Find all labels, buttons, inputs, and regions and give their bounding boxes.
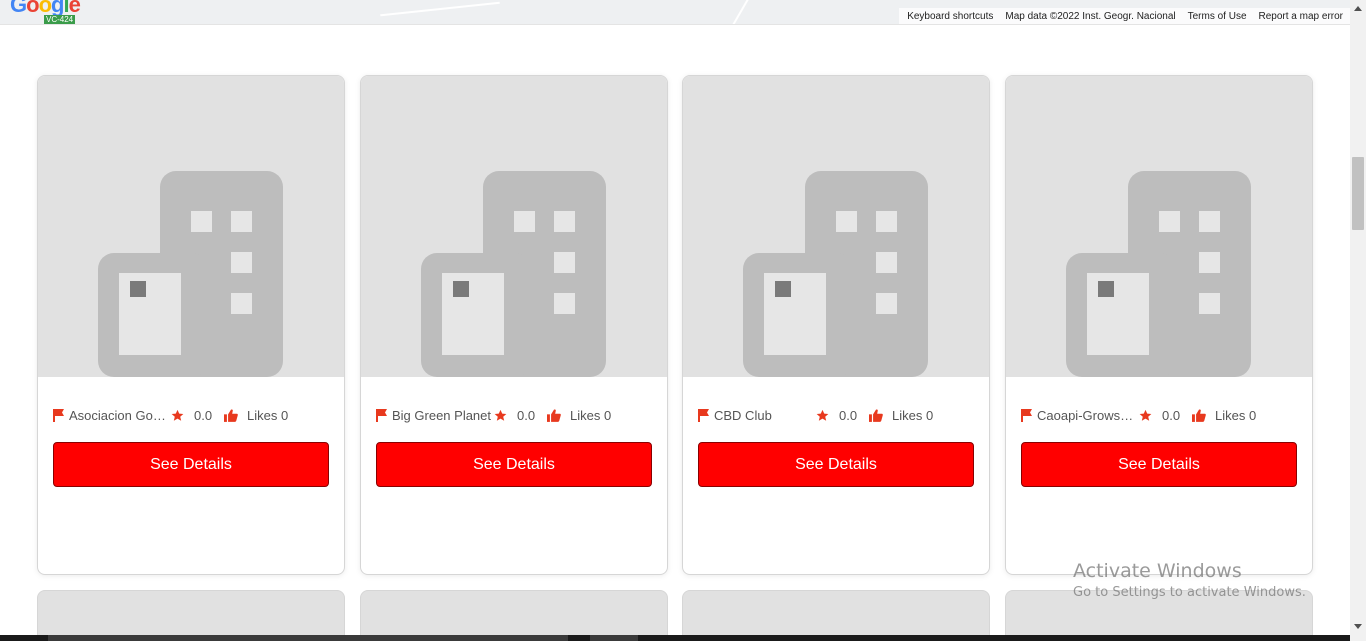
- likes-count: Likes 0: [247, 408, 289, 423]
- listing-name[interactable]: Caoapi-Growsh...: [1037, 408, 1137, 423]
- flag-icon: [376, 409, 387, 422]
- listing-card[interactable]: Caoapi-Growsh... 0.0 Likes 0 See Details: [1005, 75, 1313, 575]
- card-image-placeholder[interactable]: [361, 76, 667, 377]
- vertical-scrollbar[interactable]: [1350, 0, 1366, 641]
- route-badge: VC-424: [44, 15, 76, 24]
- flag-icon: [53, 409, 64, 422]
- map-data-text: Map data ©2022 Inst. Geogr. Nacional: [1005, 11, 1176, 22]
- card-image-placeholder[interactable]: [38, 76, 344, 377]
- bottom-bar: [0, 635, 1350, 641]
- report-map-error-link[interactable]: Report a map error: [1259, 11, 1343, 22]
- watermark-title: Activate Windows: [1073, 560, 1242, 582]
- card-meta: Big Green Planet 0.0 Likes 0: [376, 407, 656, 425]
- activate-windows-watermark: Activate Windows Go to Settings to activ…: [1073, 560, 1306, 604]
- listing-card-partial[interactable]: [37, 590, 345, 641]
- building-icon: [743, 171, 928, 377]
- listing-card-partial[interactable]: [360, 590, 668, 641]
- scrollbar-thumb[interactable]: [1352, 157, 1364, 230]
- card-meta: Asociacion Goo... 0.0 Likes 0: [53, 407, 333, 425]
- listing-name[interactable]: Big Green Planet: [392, 408, 492, 423]
- flag-icon: [698, 409, 709, 422]
- see-details-button[interactable]: See Details: [1021, 442, 1297, 487]
- building-icon: [1066, 171, 1251, 377]
- see-details-button[interactable]: See Details: [376, 442, 652, 487]
- card-meta: CBD Club 0.0 Likes 0: [698, 407, 978, 425]
- map-road: [729, 0, 751, 24]
- bottom-bar-segment: [590, 635, 638, 641]
- likes-count: Likes 0: [892, 408, 934, 423]
- map-bottom-strip[interactable]: Google VC-424 Keyboard shortcuts Map dat…: [0, 0, 1350, 25]
- listing-name[interactable]: CBD Club: [714, 408, 814, 423]
- keyboard-shortcuts-link[interactable]: Keyboard shortcuts: [907, 11, 993, 22]
- thumbs-up-icon[interactable]: [869, 409, 883, 422]
- rating-value: 0.0: [194, 408, 213, 423]
- scroll-down-icon[interactable]: [1354, 624, 1362, 629]
- listing-card-partial[interactable]: [682, 590, 990, 641]
- rating-value: 0.0: [1162, 408, 1181, 423]
- star-icon: [816, 409, 829, 421]
- flag-icon: [1021, 409, 1032, 422]
- rating-value: 0.0: [839, 408, 858, 423]
- thumbs-up-icon[interactable]: [547, 409, 561, 422]
- thumbs-up-icon[interactable]: [1192, 409, 1206, 422]
- listing-card[interactable]: Asociacion Goo... 0.0 Likes 0 See Detail…: [37, 75, 345, 575]
- card-image-placeholder[interactable]: [1006, 76, 1312, 377]
- listing-name[interactable]: Asociacion Goo...: [69, 408, 169, 423]
- star-icon: [171, 409, 184, 421]
- card-image-placeholder[interactable]: [683, 76, 989, 377]
- watermark-subtitle: Go to Settings to activate Windows.: [1073, 585, 1306, 600]
- likes-count: Likes 0: [1215, 408, 1257, 423]
- building-icon: [98, 171, 283, 377]
- likes-count: Likes 0: [570, 408, 612, 423]
- terms-of-use-link[interactable]: Terms of Use: [1188, 11, 1247, 22]
- scroll-up-icon[interactable]: [1354, 6, 1362, 11]
- card-meta: Caoapi-Growsh... 0.0 Likes 0: [1021, 407, 1301, 425]
- see-details-button[interactable]: See Details: [698, 442, 974, 487]
- bottom-bar-segment: [48, 635, 568, 641]
- map-attribution: Keyboard shortcuts Map data ©2022 Inst. …: [899, 8, 1350, 24]
- see-details-button[interactable]: See Details: [53, 442, 329, 487]
- rating-value: 0.0: [517, 408, 536, 423]
- star-icon: [1139, 409, 1152, 421]
- star-icon: [494, 409, 507, 421]
- listing-card[interactable]: CBD Club 0.0 Likes 0 See Details: [682, 75, 990, 575]
- map-road: [380, 1, 500, 17]
- thumbs-up-icon[interactable]: [224, 409, 238, 422]
- building-icon: [421, 171, 606, 377]
- listing-card[interactable]: Big Green Planet 0.0 Likes 0 See Details: [360, 75, 668, 575]
